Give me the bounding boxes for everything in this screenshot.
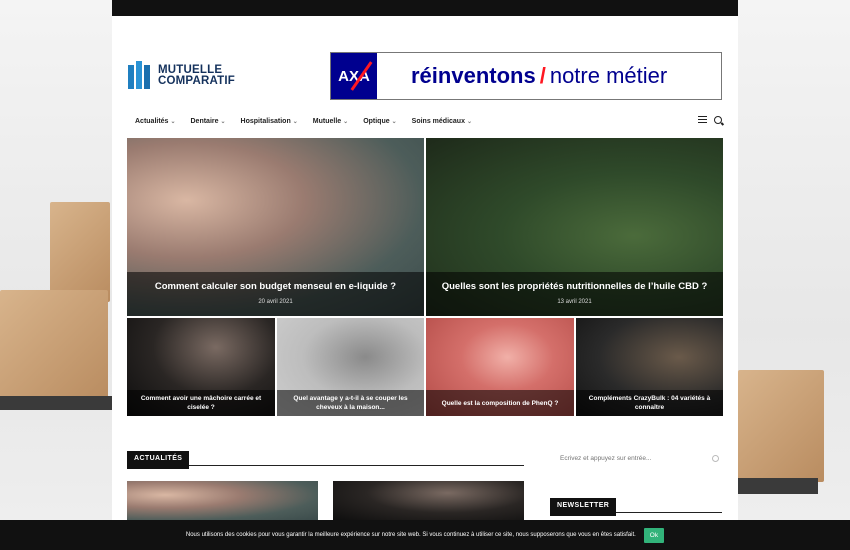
section-heading: ACTUALITÉS [127, 447, 524, 469]
chevron-down-icon: ⌄ [391, 118, 397, 125]
nav-item-label: Hospitalisation [240, 117, 291, 125]
featured-post-title[interactable]: Quelles sont les propriétés nutritionnel… [426, 281, 723, 292]
featured-post-date: 13 avril 2021 [557, 299, 592, 305]
logo-mark-icon [128, 61, 154, 91]
nav-item-actualites[interactable]: Actualités ⌄ [135, 118, 176, 125]
banner-text-rest: notre métier [549, 63, 668, 88]
search-input[interactable] [550, 453, 712, 463]
page-container: MUTUELLE COMPARATIF AXA réinventons / notr… [112, 0, 738, 550]
chevron-down-icon: ⌄ [466, 118, 472, 125]
featured-post-title[interactable]: Comment calculer son budget menseul en e… [127, 281, 424, 292]
main-nav: Actualités ⌄ Dentaire ⌄ Hospitalisation ⌄ M… [112, 104, 738, 138]
grid-post-overlay: Compléments CrazyBulk : 04 variétés à co… [576, 390, 723, 416]
grid-post-1[interactable]: Comment avoir une mâchoire carrée et cis… [127, 318, 275, 416]
grid-post-title[interactable]: Quel avantage y a-t-il à se couper les c… [277, 394, 424, 412]
chevron-down-icon: ⌄ [170, 118, 176, 125]
featured-post-overlay: Comment calculer son budget menseul en e… [127, 272, 424, 316]
chevron-down-icon: ⌄ [292, 118, 298, 125]
nav-item-label: Optique [363, 117, 390, 125]
list-post-thumbnail[interactable] [333, 481, 524, 521]
site-header: MUTUELLE COMPARATIF AXA réinventons / notr… [112, 16, 738, 104]
nav-item-label: Dentaire [190, 117, 219, 125]
nav-item-dentaire[interactable]: Dentaire ⌄ [191, 118, 226, 125]
chevron-down-icon: ⌄ [343, 118, 349, 125]
newsletter-heading-label: NEWSLETTER [550, 498, 617, 516]
featured-post-overlay: Quelles sont les propriétés nutritionnel… [426, 272, 723, 316]
site-logo[interactable]: MUTUELLE COMPARATIF [128, 61, 235, 91]
grid-post-title[interactable]: Quelle est la composition de PhenQ ? [434, 399, 567, 408]
nav-item-optique[interactable]: Optique ⌄ [363, 118, 396, 125]
list-post-thumbnail[interactable] [127, 481, 318, 521]
hamburger-menu-icon[interactable] [698, 116, 707, 123]
section-heading-label: ACTUALITÉS [127, 451, 190, 469]
cookie-ok-button[interactable]: Ok [643, 527, 665, 543]
grid-post-2[interactable]: Quel avantage y a-t-il à se couper les c… [277, 318, 424, 416]
newsletter-heading: NEWSLETTER [550, 494, 722, 516]
axa-logo: AXA [331, 53, 377, 99]
grid-post-3[interactable]: Quelle est la composition de PhenQ ? [426, 318, 574, 416]
banner-text-bold: réinventons [411, 63, 536, 88]
background-shelf-right [738, 478, 818, 494]
grid-post-title[interactable]: Comment avoir une mâchoire carrée et cis… [127, 394, 275, 412]
background-box-left-bottom [0, 290, 108, 400]
featured-post-date: 20 avril 2021 [258, 299, 293, 305]
background-box-right [738, 370, 824, 482]
search-icon[interactable] [712, 454, 719, 462]
grid-post-overlay: Comment avoir une mâchoire carrée et cis… [127, 390, 275, 416]
cookie-banner: Nous utilisons des cookies pour vous gar… [0, 520, 850, 550]
nav-item-label: Mutuelle [312, 117, 342, 125]
nav-item-mutuelle[interactable]: Mutuelle ⌄ [313, 118, 348, 125]
nav-item-label: Soins médicaux [411, 117, 465, 125]
grid-post-overlay: Quelle est la composition de PhenQ ? [426, 390, 574, 416]
top-bar [112, 0, 738, 16]
logo-line-2: COMPARATIF [158, 75, 235, 87]
nav-item-soins-medicaux[interactable]: Soins médicaux ⌄ [412, 118, 472, 125]
search-icon[interactable] [714, 116, 722, 124]
background-shelf-left [0, 396, 112, 410]
featured-post-2[interactable]: Quelles sont les propriétés nutritionnel… [426, 138, 723, 316]
cookie-text: Nous utilisons des cookies pour vous gar… [185, 532, 636, 538]
grid-post-overlay: Quel avantage y a-t-il à se couper les c… [277, 390, 424, 416]
grid-post-4[interactable]: Compléments CrazyBulk : 04 variétés à co… [576, 318, 723, 416]
chevron-down-icon: ⌄ [220, 118, 226, 125]
nav-item-hospitalisation[interactable]: Hospitalisation ⌄ [241, 118, 298, 125]
grid-post-title[interactable]: Compléments CrazyBulk : 04 variétés à co… [576, 394, 723, 412]
sidebar-search [550, 447, 722, 469]
banner-slash: / [539, 63, 546, 88]
featured-post-1[interactable]: Comment calculer son budget menseul en e… [127, 138, 424, 316]
banner-slogan: réinventons / notre métier [411, 63, 667, 89]
nav-item-label: Actualités [135, 117, 169, 125]
ad-banner[interactable]: AXA réinventons / notre métier [330, 52, 722, 100]
background-box-left-top [50, 202, 110, 302]
